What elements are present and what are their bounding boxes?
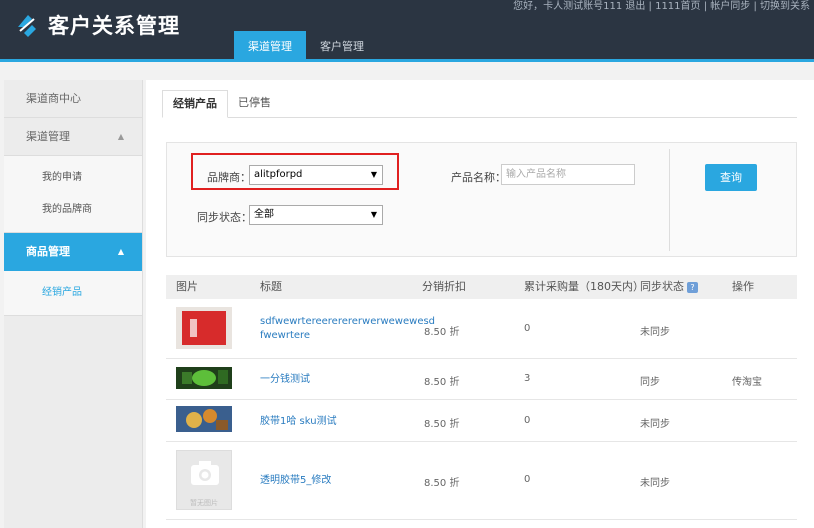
col-title: 标题 — [260, 280, 282, 293]
sync-status-value: 全部 — [254, 209, 274, 220]
table-header: 图片 标题 分销折扣 累计采购量（180天内） 同步状态? 操作 — [166, 275, 797, 299]
dropdown-arrow-icon: ▼ — [370, 170, 377, 179]
chevron-up-icon: ▲ — [117, 132, 124, 141]
product-thumbnail[interactable] — [176, 307, 232, 349]
query-button[interactable]: 查询 — [705, 164, 757, 191]
product-title[interactable]: 胶带1哈 sku测试 — [260, 415, 337, 429]
col-sync-status: 同步状态? — [640, 275, 698, 299]
discount-value: 8.50 折 — [424, 327, 460, 338]
main-content: 经销产品 已停售 品牌商： alitpforpd ▼ 产品名称： 输入产品名称 … — [146, 80, 814, 528]
sync-status-value: 同步 — [640, 377, 660, 388]
help-icon[interactable]: ? — [687, 281, 698, 293]
col-purchase-qty: 累计采购量（180天内） — [524, 280, 644, 293]
tab-distributed-products[interactable]: 经销产品 — [162, 90, 228, 118]
app-title: 客户关系管理 — [48, 14, 180, 38]
tab-discontinued[interactable]: 已停售 — [228, 90, 281, 118]
top-links-text[interactable]: 您好，卡人测试账号111 退出 | 1111首页 | 帐户同步 | 切换到关系 — [513, 1, 810, 12]
dropdown-arrow-icon: ▼ — [370, 210, 377, 219]
sync-status-value: 未同步 — [640, 478, 670, 489]
app-logo[interactable]: 客户关系管理 — [14, 10, 180, 40]
product-thumbnail-placeholder[interactable]: 暂无图片 — [176, 450, 232, 510]
nav-tab-customer[interactable]: 客户管理 — [306, 31, 378, 62]
sync-status-value: 未同步 — [640, 327, 670, 338]
brand-select[interactable]: alitpforpd ▼ — [249, 165, 383, 185]
discount-value: 8.50 折 — [424, 377, 460, 388]
upload-taobao-link[interactable]: 传淘宝 — [732, 373, 762, 388]
sidebar-submenu-channel: 我的申请 我的品牌商 — [4, 156, 142, 233]
col-sync-status-label: 同步状态 — [640, 280, 684, 293]
sidebar-submenu-product: 经销产品 — [4, 271, 142, 316]
discount-value: 8.50 折 — [424, 478, 460, 489]
product-title[interactable]: 一分钱测试 — [260, 373, 310, 387]
sidebar-item-my-brands[interactable]: 我的品牌商 — [4, 194, 142, 226]
top-links[interactable]: 您好，卡人测试账号111 退出 | 1111首页 | 帐户同步 | 切换到关系 — [513, 0, 810, 12]
content-tabs: 经销产品 已停售 — [162, 90, 797, 118]
product-title[interactable]: 透明胶带5_修改 — [260, 474, 331, 488]
nav-tab-channel[interactable]: 渠道管理 — [234, 31, 306, 62]
sidebar-item-channel-center[interactable]: 渠道商中心 — [4, 80, 142, 118]
product-title-line2[interactable]: fwewrtere — [260, 329, 412, 343]
product-title-line1[interactable]: sdfwewrtereererererwerwewewesd — [260, 315, 435, 329]
sidebar-item-label: 商品管理 — [26, 245, 70, 258]
product-name-label: 产品名称： — [451, 171, 506, 184]
col-discount: 分销折扣 — [422, 280, 466, 293]
product-title[interactable]: sdfwewrtereererererwerwewewesd fwewrtere — [260, 315, 435, 343]
sidebar-item-product-manage[interactable]: 商品管理 ▲ — [4, 233, 142, 271]
sidebar-item-channel-manage[interactable]: 渠道管理 ▲ — [4, 118, 142, 156]
product-thumbnail[interactable] — [176, 367, 232, 389]
sidebar: 渠道商中心 渠道管理 ▲ 我的申请 我的品牌商 商品管理 ▲ 经销产品 — [4, 80, 143, 528]
no-image-caption: 暂无图片 — [190, 499, 218, 507]
main-nav: 渠道管理 客户管理 — [234, 31, 378, 62]
table-row: 胶带1哈 sku测试 8.50 折 0 未同步 — [166, 400, 797, 442]
filter-panel: 品牌商： alitpforpd ▼ 产品名称： 输入产品名称 同步状态： 全部 … — [166, 142, 797, 257]
table-row: sdfwewrtereererererwerwewewesd fwewrtere… — [166, 299, 797, 359]
col-image: 图片 — [176, 280, 198, 293]
purchase-qty-value: 3 — [524, 373, 531, 384]
brand-select-value: alitpforpd — [254, 169, 303, 180]
table-row: 暂无图片 透明胶带5_修改 8.50 折 0 未同步 — [166, 442, 797, 520]
app-header: 客户关系管理 您好，卡人测试账号111 退出 | 1111首页 | 帐户同步 |… — [0, 0, 814, 62]
logo-icon — [18, 15, 36, 37]
col-actions: 操作 — [732, 280, 754, 293]
sidebar-item-label: 渠道管理 — [26, 130, 70, 143]
purchase-qty-value: 0 — [524, 415, 531, 426]
product-thumbnail[interactable] — [176, 406, 232, 432]
sync-status-select[interactable]: 全部 ▼ — [249, 205, 383, 225]
filter-divider — [669, 149, 670, 251]
table-row: 一分钱测试 8.50 折 3 同步 传淘宝 — [166, 359, 797, 400]
discount-value: 8.50 折 — [424, 419, 460, 430]
chevron-up-icon: ▲ — [117, 247, 124, 256]
sidebar-item-distributed-products[interactable]: 经销产品 — [4, 277, 142, 309]
camera-icon — [191, 461, 219, 485]
sync-status-label: 同步状态： — [197, 211, 252, 224]
brand-label: 品牌商： — [207, 171, 251, 184]
sidebar-item-my-applications[interactable]: 我的申请 — [4, 162, 142, 194]
purchase-qty-value: 0 — [524, 474, 531, 485]
sync-status-value: 未同步 — [640, 419, 670, 430]
product-name-input[interactable]: 输入产品名称 — [501, 164, 635, 185]
purchase-qty-value: 0 — [524, 323, 531, 334]
